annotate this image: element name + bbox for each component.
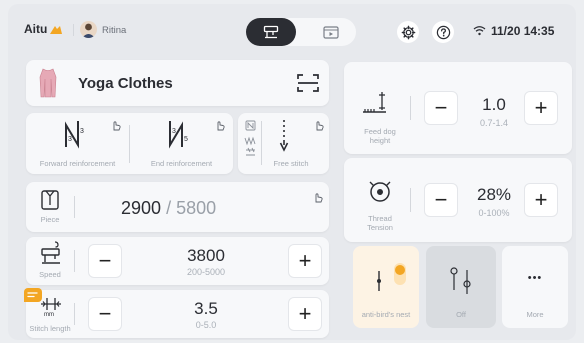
feed-dog-divider bbox=[410, 96, 411, 120]
speed-value: 3800 bbox=[187, 246, 225, 265]
stitch-divider bbox=[74, 303, 75, 325]
free-stitch-icon bbox=[279, 119, 289, 153]
svg-text:3: 3 bbox=[172, 128, 176, 135]
avatar[interactable] bbox=[80, 21, 97, 38]
garment-title: Yoga Clothes bbox=[78, 75, 173, 92]
more-dots-icon: ••• bbox=[527, 272, 543, 284]
thread-tension-icon bbox=[368, 178, 392, 204]
stitch-length-card: mm Stitch length − 3.5 0-5.0 + bbox=[24, 288, 329, 338]
stitch-length-icon bbox=[40, 297, 62, 311]
stitch-unit: mm bbox=[44, 312, 54, 318]
end-reinforcement-button[interactable]: 35 End reinforcement bbox=[130, 113, 233, 174]
hand-touch-icon bbox=[312, 191, 324, 203]
app-window: Aitu Ritina 11/20 14:35 Yoga Clothes 3 3… bbox=[8, 4, 576, 340]
thread-value: 28% bbox=[476, 185, 512, 204]
anti-birds-nest-button[interactable]: anti-bird's nest bbox=[353, 246, 419, 328]
garment-card[interactable]: Yoga Clothes bbox=[26, 60, 329, 106]
anti-birds-nest-label: anti-bird's nest bbox=[361, 310, 411, 319]
datetime: 11/20 14:35 bbox=[491, 24, 555, 38]
feed-dog-range: 0.7-1.4 bbox=[479, 118, 509, 128]
end-reinforcement-icon: 35 bbox=[164, 119, 194, 149]
brand-name: Aitu bbox=[24, 22, 48, 36]
toggle-on-icon bbox=[393, 262, 407, 286]
speed-increase-button[interactable]: + bbox=[288, 244, 322, 278]
more-label: More bbox=[526, 310, 544, 319]
feed-dog-increase-button[interactable]: + bbox=[524, 91, 558, 125]
thread-increase-button[interactable]: + bbox=[524, 183, 558, 217]
gear-icon bbox=[401, 25, 416, 40]
piece-separator: / bbox=[166, 198, 172, 218]
forward-reinforcement-button[interactable]: 33 Forward reinforcement bbox=[26, 113, 129, 174]
wifi-icon bbox=[473, 25, 486, 36]
needle-icon bbox=[375, 270, 383, 292]
video-mode-button[interactable] bbox=[306, 18, 356, 46]
sewing-machine-icon bbox=[263, 25, 279, 39]
stitch-value: 3.5 bbox=[194, 299, 218, 318]
speed-divider bbox=[74, 250, 75, 272]
thread-divider bbox=[410, 188, 411, 212]
speed-machine-icon bbox=[40, 241, 62, 265]
end-reinforcement-label: End reinforcement bbox=[150, 159, 213, 168]
more-button[interactable]: ••• More bbox=[502, 246, 568, 328]
piece-label: Piece bbox=[40, 215, 60, 224]
forward-reinforcement-icon: 33 bbox=[60, 119, 90, 149]
stitch-range: 0-5.0 bbox=[195, 320, 217, 330]
off-label: Off bbox=[456, 310, 466, 319]
hand-touch-icon bbox=[110, 119, 122, 131]
feed-dog-decrease-button[interactable]: − bbox=[424, 91, 458, 125]
free-stitch-divider bbox=[261, 121, 262, 165]
stitch-decrease-button[interactable]: − bbox=[88, 297, 122, 331]
mode-switcher bbox=[246, 18, 356, 46]
user-name: Ritina bbox=[102, 25, 127, 36]
piece-divider bbox=[74, 196, 75, 218]
hand-touch-icon bbox=[313, 119, 325, 131]
piece-total: 5800 bbox=[176, 198, 217, 218]
speed-range: 200-5000 bbox=[186, 267, 226, 277]
thread-range: 0-100% bbox=[478, 208, 510, 218]
piece-counter-icon bbox=[40, 189, 60, 211]
feed-dog-card: Feed dog height − 1.0 0.7-1.4 + bbox=[344, 62, 572, 154]
thread-tension-card: Thread Tension − 28% 0-100% + bbox=[344, 158, 572, 242]
svg-text:3: 3 bbox=[68, 136, 72, 143]
free-stitch-label: Free stitch bbox=[273, 159, 309, 168]
speed-card: Speed − 3800 200-5000 + bbox=[26, 237, 329, 285]
thread-tension-label: Thread Tension bbox=[367, 214, 393, 233]
brand-mark-icon bbox=[49, 24, 63, 35]
stitch-patterns-icon bbox=[244, 119, 258, 159]
feed-dog-icon bbox=[362, 90, 390, 116]
feed-dog-value: 1.0 bbox=[482, 95, 506, 114]
speed-label: Speed bbox=[39, 270, 61, 279]
off-button[interactable]: Off bbox=[426, 246, 496, 328]
stitch-increase-button[interactable]: + bbox=[288, 297, 322, 331]
yoga-shirt-icon bbox=[38, 67, 58, 99]
svg-text:5: 5 bbox=[184, 136, 188, 143]
feed-dog-label: Feed dog height bbox=[364, 127, 396, 146]
thread-decrease-button[interactable]: − bbox=[424, 183, 458, 217]
piece-current: 2900 bbox=[121, 198, 162, 218]
help-button[interactable] bbox=[432, 21, 454, 43]
stitch-length-label: Stitch length bbox=[29, 324, 71, 333]
sewing-machine-mode-button[interactable] bbox=[246, 18, 296, 46]
free-stitch-card[interactable]: Free stitch bbox=[238, 113, 329, 174]
thread-off-icon bbox=[447, 266, 475, 296]
brand-logo: Aitu bbox=[24, 22, 63, 36]
settings-button[interactable] bbox=[397, 21, 419, 43]
video-screen-icon bbox=[323, 25, 339, 39]
piece-count: 2900 / 5800 bbox=[121, 198, 216, 219]
forward-reinforcement-label: Forward reinforcement bbox=[39, 159, 116, 168]
piece-card[interactable]: Piece 2900 / 5800 bbox=[26, 182, 329, 232]
help-circle-icon bbox=[436, 25, 451, 40]
header-divider bbox=[73, 24, 74, 36]
hand-touch-icon bbox=[214, 119, 226, 131]
svg-text:3: 3 bbox=[80, 128, 84, 135]
speed-decrease-button[interactable]: − bbox=[88, 244, 122, 278]
reinforcement-card: 33 Forward reinforcement 35 End reinforc… bbox=[26, 113, 233, 174]
scan-button[interactable] bbox=[297, 73, 319, 93]
